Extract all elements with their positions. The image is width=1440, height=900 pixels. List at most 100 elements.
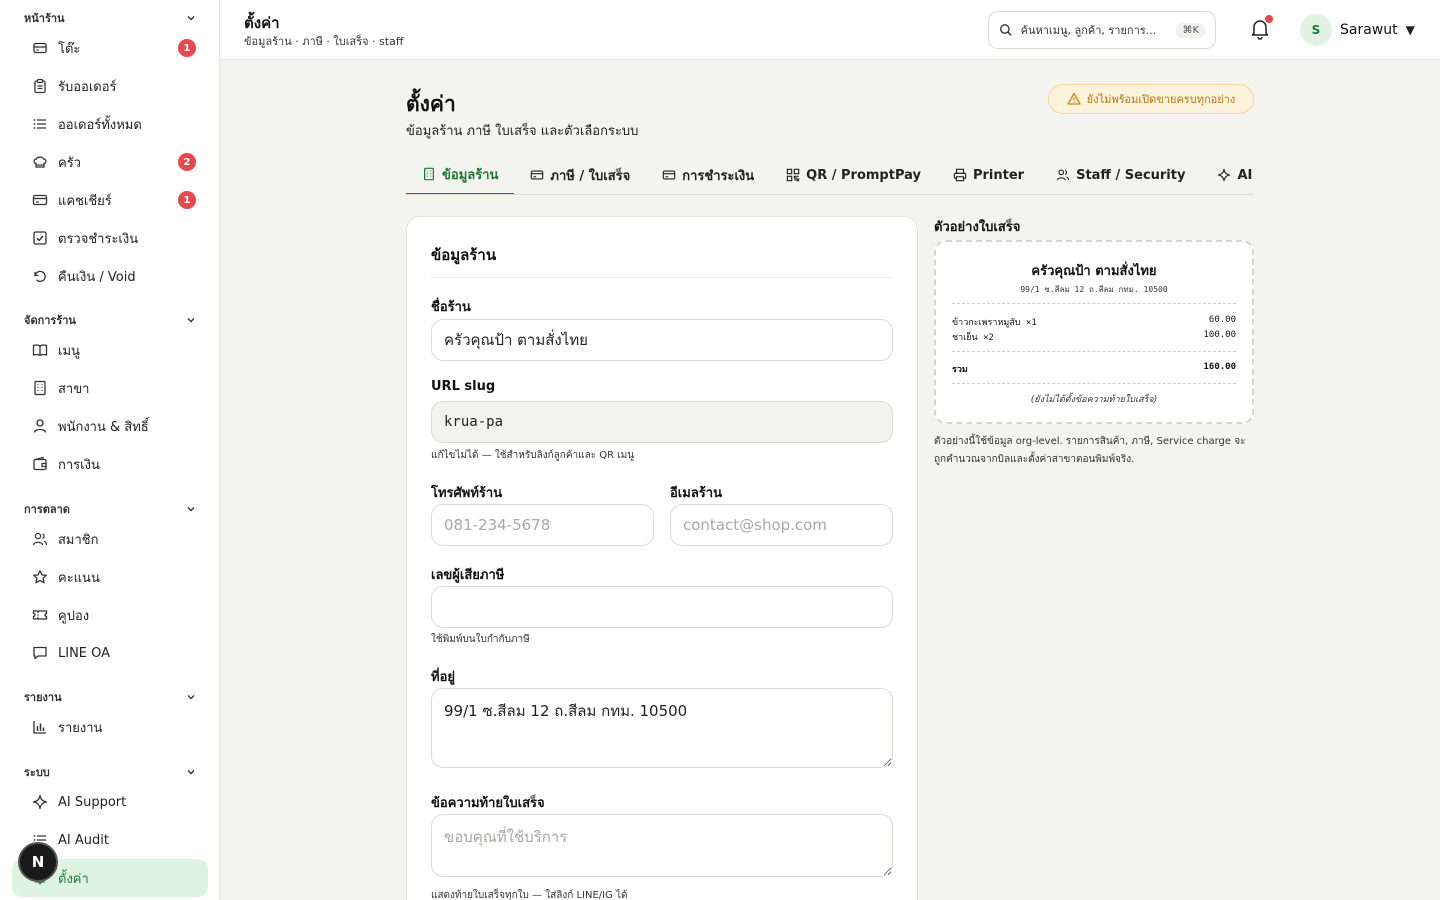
tab-printer[interactable]: Printer	[937, 155, 1040, 194]
sidebar-item-kitchen[interactable]: ครัว 2	[12, 143, 208, 181]
user-menu[interactable]: S Sarawut ▼	[1300, 14, 1415, 46]
sidebar-item-label: การเงิน	[58, 457, 100, 473]
sidebar-item-all-orders[interactable]: ออเดอร์ทั้งหมด	[12, 105, 208, 143]
sidebar-item-label: รายงาน	[58, 720, 103, 736]
receipt-shop-name: ครัวคุณป้า ตามสั่งไทย	[1031, 264, 1157, 279]
notification-dot	[1265, 15, 1273, 23]
address-textarea[interactable]: 99/1 ซ.สีลม 12 ถ.สีลม กทม. 10500	[431, 688, 893, 768]
slug-input[interactable]	[431, 401, 893, 443]
sidebar-item-points[interactable]: คะแนน	[12, 558, 208, 596]
search-input[interactable]	[1020, 23, 1177, 37]
sidebar-item-label: พนักงาน & สิทธิ์	[58, 419, 149, 435]
shortcut-hint: ⌘K	[1176, 22, 1205, 38]
tax-id-hint: ใช้พิมพ์บนใบกำกับภาษี	[431, 634, 530, 645]
user-name: Sarawut	[1340, 22, 1398, 38]
receipt-divider	[952, 303, 1236, 304]
qr-icon	[786, 168, 800, 182]
shop-name-input[interactable]	[431, 319, 893, 361]
tax-id-label: เลขผู้เสียภาษี	[431, 568, 505, 583]
sidebar-item-label: คะแนน	[58, 570, 100, 586]
sidebar-item-coupons[interactable]: คูปอง	[12, 596, 208, 634]
tab-label: Printer	[972, 167, 1025, 183]
tab-qr-promptpay[interactable]: QR / PromptPay	[770, 155, 937, 194]
email-input[interactable]	[670, 504, 893, 546]
sidebar-item-menu[interactable]: เมนู	[12, 331, 208, 369]
receipt-footer-note: (ยังไม่ได้ตั้งข้อความท้ายใบเสร็จ)	[1030, 395, 1158, 405]
tab-shop-info[interactable]: ข้อมูลร้าน	[406, 155, 515, 194]
receipt-footer-textarea[interactable]	[431, 814, 893, 877]
sidebar-item-label: สาขา	[58, 381, 90, 397]
section-title: รายงาน	[24, 691, 62, 704]
sidebar-item-label: รับออเดอร์	[58, 79, 117, 95]
total-value: 160.00	[1203, 362, 1236, 372]
sidebar-item-take-order[interactable]: รับออเดอร์	[12, 67, 208, 105]
sidebar-item-verify-payment[interactable]: ตรวจชำระเงิน	[12, 219, 208, 257]
sidebar-item-staff-permissions[interactable]: พนักงาน & สิทธิ์	[12, 407, 208, 445]
sidebar-item-label: โต๊ะ	[58, 41, 81, 57]
tab-tax-receipt[interactable]: ภาษี / ใบเสร็จ	[514, 155, 646, 194]
page-subtitle: ข้อมูลร้าน ภาษี ใบเสร็จ และตัวเลือกระบบ	[406, 124, 639, 139]
shop-info-card: ข้อมูลร้าน ชื่อร้าน URL slug แก้ไขไม่ได้…	[406, 216, 918, 900]
section-title: จัดการร้าน	[24, 314, 76, 327]
readiness-warning-badge[interactable]: ยังไม่พร้อมเปิดขายครบทุกอย่าง	[1048, 84, 1254, 114]
undo-icon	[32, 268, 48, 284]
ticket-icon	[32, 607, 48, 623]
receipt-footer-hint: แสดงท้ายใบเสร็จทุกใบ — ใส่ลิงก์ LINE/IG …	[431, 890, 628, 900]
warning-icon	[1067, 92, 1081, 105]
slug-hint: แก้ไขไม่ได้ — ใช้สำหรับลิงก์ลูกค้าและ QR…	[431, 450, 635, 461]
search-box[interactable]: ⌘K	[988, 11, 1216, 49]
topbar: ตั้งค่า ข้อมูลร้าน · ภาษี · ใบเสร็จ · st…	[220, 0, 1440, 60]
star-icon	[32, 569, 48, 585]
credit-card-icon	[32, 192, 48, 208]
sidebar-item-ai-support[interactable]: AI Support	[12, 783, 208, 821]
sidebar-section-manage-store[interactable]: จัดการร้าน	[0, 309, 219, 331]
email-label: อีเมลร้าน	[670, 486, 722, 501]
divider	[431, 277, 893, 278]
phone-input[interactable]	[431, 504, 654, 546]
section-title: ระบบ	[24, 766, 50, 779]
warning-text: ยังไม่พร้อมเปิดขายครบทุกอย่าง	[1086, 93, 1236, 106]
chat-icon	[32, 645, 48, 661]
sidebar-item-refund-void[interactable]: คืนเงิน / Void	[12, 257, 208, 295]
tab-staff-security[interactable]: Staff / Security	[1040, 155, 1201, 194]
sparkle-icon	[1218, 168, 1231, 182]
sidebar-item-line-oa[interactable]: LINE OA	[12, 634, 208, 672]
check-square-icon	[32, 230, 48, 246]
settings-tabs: ข้อมูลร้าน ภาษี / ใบเสร็จ การชำระเงิน QR…	[406, 155, 1254, 195]
sidebar-section-system[interactable]: ระบบ	[0, 761, 219, 783]
slug-label: URL slug	[431, 379, 496, 394]
sidebar-item-label: AI Support	[58, 794, 127, 810]
sidebar-section-storefront[interactable]: หน้าร้าน	[0, 7, 219, 29]
tab-label: การชำระเงิน	[682, 168, 755, 184]
receipt-divider	[952, 351, 1236, 352]
caret-down-icon: ▼	[1405, 23, 1415, 37]
sidebar-item-tables[interactable]: โต๊ะ 1	[12, 29, 208, 67]
tab-ai[interactable]: AI	[1201, 155, 1254, 194]
sidebar-item-members[interactable]: สมาชิก	[12, 520, 208, 558]
sidebar-section-marketing[interactable]: การตลาด	[0, 498, 219, 520]
sidebar-item-label: LINE OA	[58, 645, 111, 661]
sidebar-item-finance[interactable]: การเงิน	[12, 445, 208, 483]
tax-id-input[interactable]	[431, 586, 893, 628]
tab-payment[interactable]: การชำระเงิน	[646, 155, 770, 194]
avatar: S	[1300, 14, 1332, 46]
sidebar-item-branches[interactable]: สาขา	[12, 369, 208, 407]
sidebar-item-cashier[interactable]: แคชเชียร์ 1	[12, 181, 208, 219]
tab-label: Staff / Security	[1076, 167, 1186, 183]
receipt-icon	[531, 170, 544, 180]
receipt-preview: ครัวคุณป้า ตามสั่งไทย 99/1 ซ.สีลม 12 ถ.ส…	[934, 240, 1254, 424]
bar-chart-icon	[32, 719, 48, 735]
search-icon	[999, 24, 1012, 36]
tab-label: QR / PromptPay	[806, 167, 921, 183]
chevron-down-icon	[187, 507, 195, 512]
sidebar-item-label: ตั้งค่า	[58, 871, 89, 887]
dev-tools-button[interactable]: N	[18, 842, 58, 882]
tab-label: AI	[1237, 167, 1253, 183]
user-icon	[32, 418, 48, 434]
sidebar-item-label: ครัว	[58, 155, 81, 171]
sidebar-section-reports[interactable]: รายงาน	[0, 686, 219, 708]
sidebar-item-reports[interactable]: รายงาน	[12, 708, 208, 746]
sidebar-item-label: แคชเชียร์	[58, 193, 112, 209]
sidebar-item-label: AI Audit	[58, 832, 109, 848]
count-badge: 1	[178, 191, 196, 209]
